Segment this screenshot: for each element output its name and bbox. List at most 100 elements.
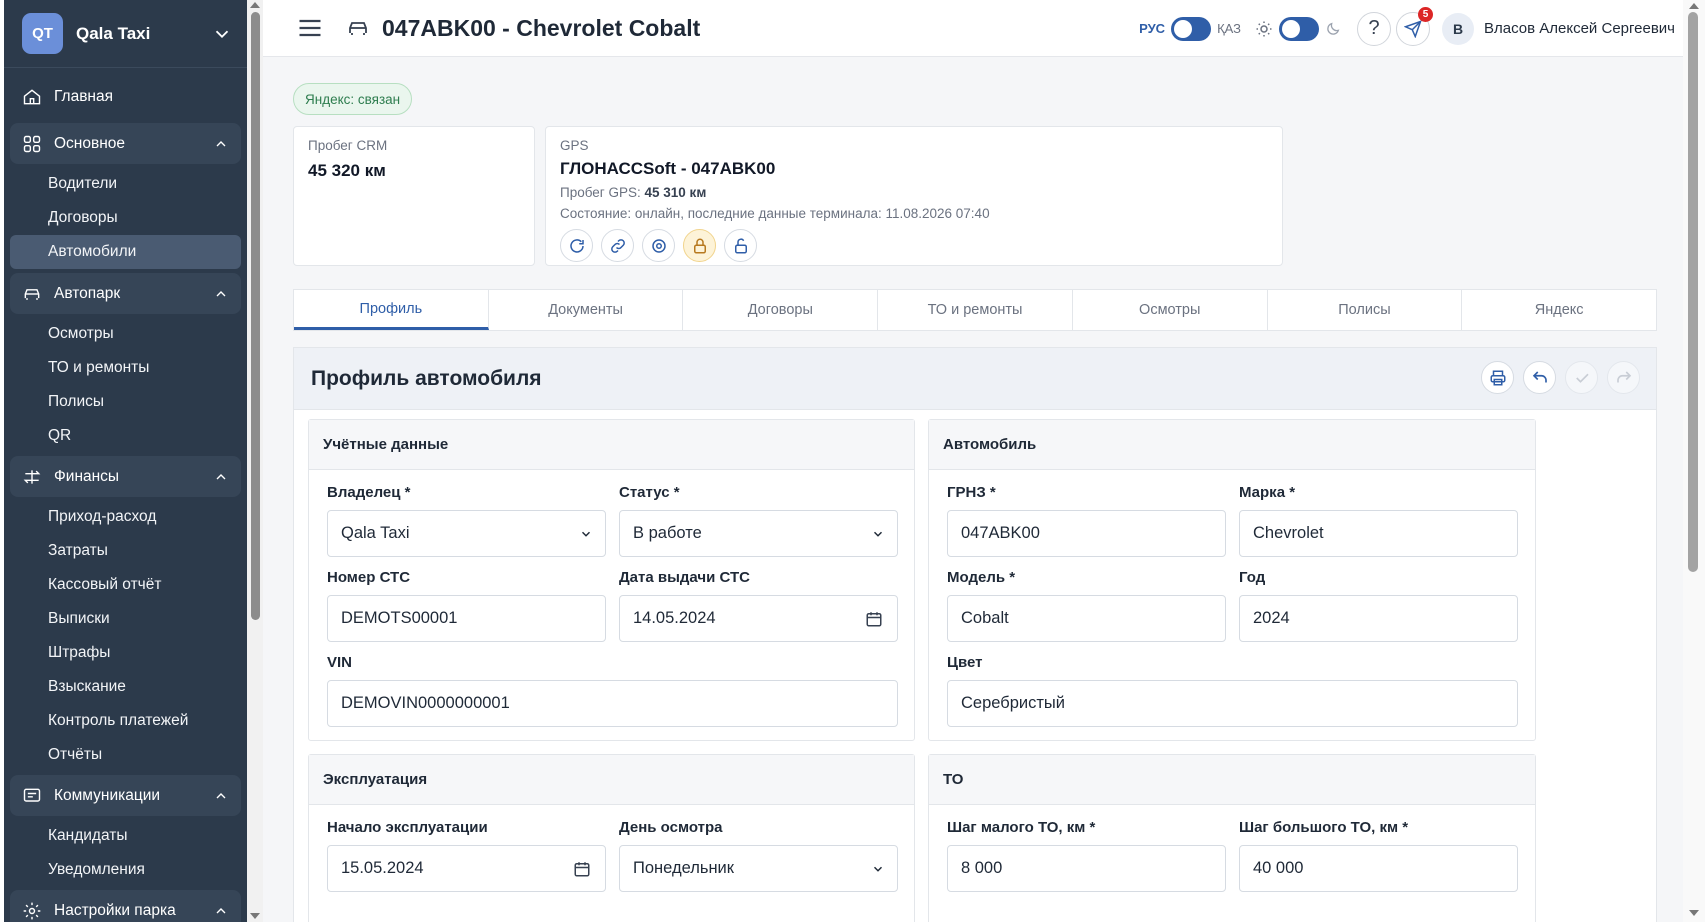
tab-documents[interactable]: Документы (489, 290, 684, 330)
sts-number-input[interactable]: DEMOTS00001 (327, 595, 606, 642)
calendar-icon[interactable] (573, 860, 591, 878)
sidebar-item-candidates[interactable]: Кандидаты (10, 819, 241, 853)
tab-profile[interactable]: Профиль (294, 290, 489, 330)
menu-icon[interactable] (296, 14, 324, 42)
sts-date-value: 14.05.2024 (633, 609, 716, 627)
sidebar-item-recovery[interactable]: Взыскание (10, 670, 241, 704)
scrollbar-thumb[interactable] (1688, 12, 1698, 572)
send-icon (1404, 19, 1422, 38)
save-button[interactable] (1565, 361, 1598, 394)
topbar: 047ABK00 - Chevrolet Cobalt РУС ҚАЗ ? 5 … (263, 0, 1683, 57)
sidebar-scrollbar[interactable] (247, 0, 263, 922)
sts-date-input[interactable]: 14.05.2024 (619, 595, 898, 642)
gps-actions (560, 229, 1268, 262)
tab-inspections[interactable]: Осмотры (1073, 290, 1268, 330)
home-icon (23, 88, 41, 104)
sidebar-group-communications[interactable]: Коммуникации (10, 775, 241, 816)
gear-icon (23, 902, 41, 919)
operation-start-input[interactable]: 15.05.2024 (327, 845, 606, 892)
status-select[interactable]: В работе (619, 510, 898, 557)
sidebar-group-main[interactable]: Основное (10, 123, 241, 164)
sidebar-item-costs[interactable]: Затраты (10, 534, 241, 568)
scroll-up-arrow[interactable] (250, 2, 260, 8)
tab-policies[interactable]: Полисы (1268, 290, 1463, 330)
sidebar-item-policies[interactable]: Полисы (10, 385, 241, 419)
operation-section: Эксплуатация Начало эксплуатации 15.05.2… (308, 754, 915, 922)
lang-kz-label[interactable]: ҚАЗ (1217, 21, 1241, 36)
car-section: Автомобиль ГРНЗ * 047ABK00 Марка * Chevr… (928, 419, 1536, 741)
tab-yandex[interactable]: Яндекс (1462, 290, 1656, 330)
sidebar-item-reports[interactable]: Отчёты (10, 738, 241, 772)
sidebar-item-cash-report[interactable]: Кассовый отчёт (10, 568, 241, 602)
owner-select[interactable]: Qala Taxi (327, 510, 606, 557)
sidebar-group-settings[interactable]: Настройки парка (10, 890, 241, 922)
notifications-button[interactable]: 5 (1396, 6, 1434, 46)
gps-link-button[interactable] (601, 229, 634, 262)
sidebar-item-payment-control[interactable]: Контроль платежей (10, 704, 241, 738)
model-field: Модель * Cobalt (947, 569, 1226, 642)
scroll-up-arrow[interactable] (1689, 3, 1699, 9)
color-input[interactable]: Серебристый (947, 680, 1518, 727)
car-icon (24, 288, 40, 300)
undo-button[interactable] (1523, 361, 1556, 394)
owner-value: Qala Taxi (341, 524, 410, 542)
sts-number-field: Номер СТС DEMOTS00001 (327, 569, 606, 642)
avatar[interactable]: В (1442, 12, 1475, 45)
small-to-input[interactable]: 8 000 (947, 845, 1226, 892)
chevron-up-icon (216, 290, 226, 296)
scroll-down-arrow[interactable] (1689, 910, 1699, 916)
tab-maintenance[interactable]: ТО и ремонты (878, 290, 1073, 330)
message-icon (23, 788, 41, 802)
crm-mileage-value: 45 320 км (308, 161, 386, 180)
scrollbar-thumb[interactable] (251, 12, 260, 620)
sidebar-item-home[interactable]: Главная (10, 76, 241, 117)
tab-contracts[interactable]: Договоры (683, 290, 879, 330)
sun-icon (1256, 21, 1272, 36)
org-switcher[interactable]: QT Qala Taxi (4, 0, 247, 68)
sidebar-item-inspections[interactable]: Осмотры (10, 317, 241, 351)
vin-input[interactable]: DEMOVIN0000000001 (327, 680, 898, 727)
sidebar-item-statements[interactable]: Выписки (10, 602, 241, 636)
profile-panel-title: Профиль автомобиля (311, 366, 542, 390)
sidebar-item-notifications[interactable]: Уведомления (10, 853, 241, 887)
sidebar-item-fines[interactable]: Штрафы (10, 636, 241, 670)
sidebar-item-qr[interactable]: QR (10, 419, 241, 453)
gps-unlock-button[interactable] (724, 229, 757, 262)
sidebar-item-drivers[interactable]: Водители (10, 167, 241, 201)
user-name[interactable]: Власов Алексей Сергеевич (1484, 20, 1675, 37)
main-scrollbar[interactable] (1683, 0, 1705, 922)
calendar-icon[interactable] (865, 610, 883, 628)
sidebar-item-contracts[interactable]: Договоры (10, 201, 241, 235)
inspection-day-select[interactable]: Понедельник (619, 845, 898, 892)
sidebar-item-income-expense[interactable]: Приход-расход (10, 500, 241, 534)
inspection-day-value: Понедельник (633, 859, 734, 877)
gps-refresh-button[interactable] (560, 229, 593, 262)
notification-badge: 5 (1418, 6, 1434, 22)
language-toggle[interactable] (1171, 16, 1212, 41)
field-label: Шаг малого ТО, км * (947, 819, 1096, 836)
scroll-down-arrow[interactable] (250, 913, 260, 919)
lang-ru-label[interactable]: РУС (1139, 21, 1165, 36)
help-button[interactable]: ? (1357, 11, 1392, 46)
gps-settings-button[interactable] (642, 229, 675, 262)
sidebar-group-finance[interactable]: Финансы (10, 456, 241, 497)
sidebar-group-fleet[interactable]: Автопарк (10, 273, 241, 314)
gps-lock-button[interactable] (683, 229, 716, 262)
field-label: Начало эксплуатации (327, 819, 488, 836)
crm-mileage-label: Пробег CRM (308, 138, 388, 153)
redo-button[interactable] (1607, 361, 1640, 394)
print-button[interactable] (1481, 361, 1514, 394)
chevron-up-icon (216, 140, 226, 146)
gps-mileage: Пробег GPS: 45 310 км (560, 185, 1268, 200)
brand-input[interactable]: Chevrolet (1239, 510, 1518, 557)
sidebar-item-cars[interactable]: Автомобили (10, 235, 241, 269)
sidebar-group-label: Финансы (54, 467, 120, 485)
theme-toggle[interactable] (1279, 16, 1320, 41)
year-input[interactable]: 2024 (1239, 595, 1518, 642)
sidebar-item-maintenance[interactable]: ТО и ремонты (10, 351, 241, 385)
print-icon (1490, 370, 1505, 385)
big-to-input[interactable]: 40 000 (1239, 845, 1518, 892)
org-logo: QT (22, 13, 63, 54)
model-input[interactable]: Cobalt (947, 595, 1226, 642)
plate-input[interactable]: 047ABK00 (947, 510, 1226, 557)
